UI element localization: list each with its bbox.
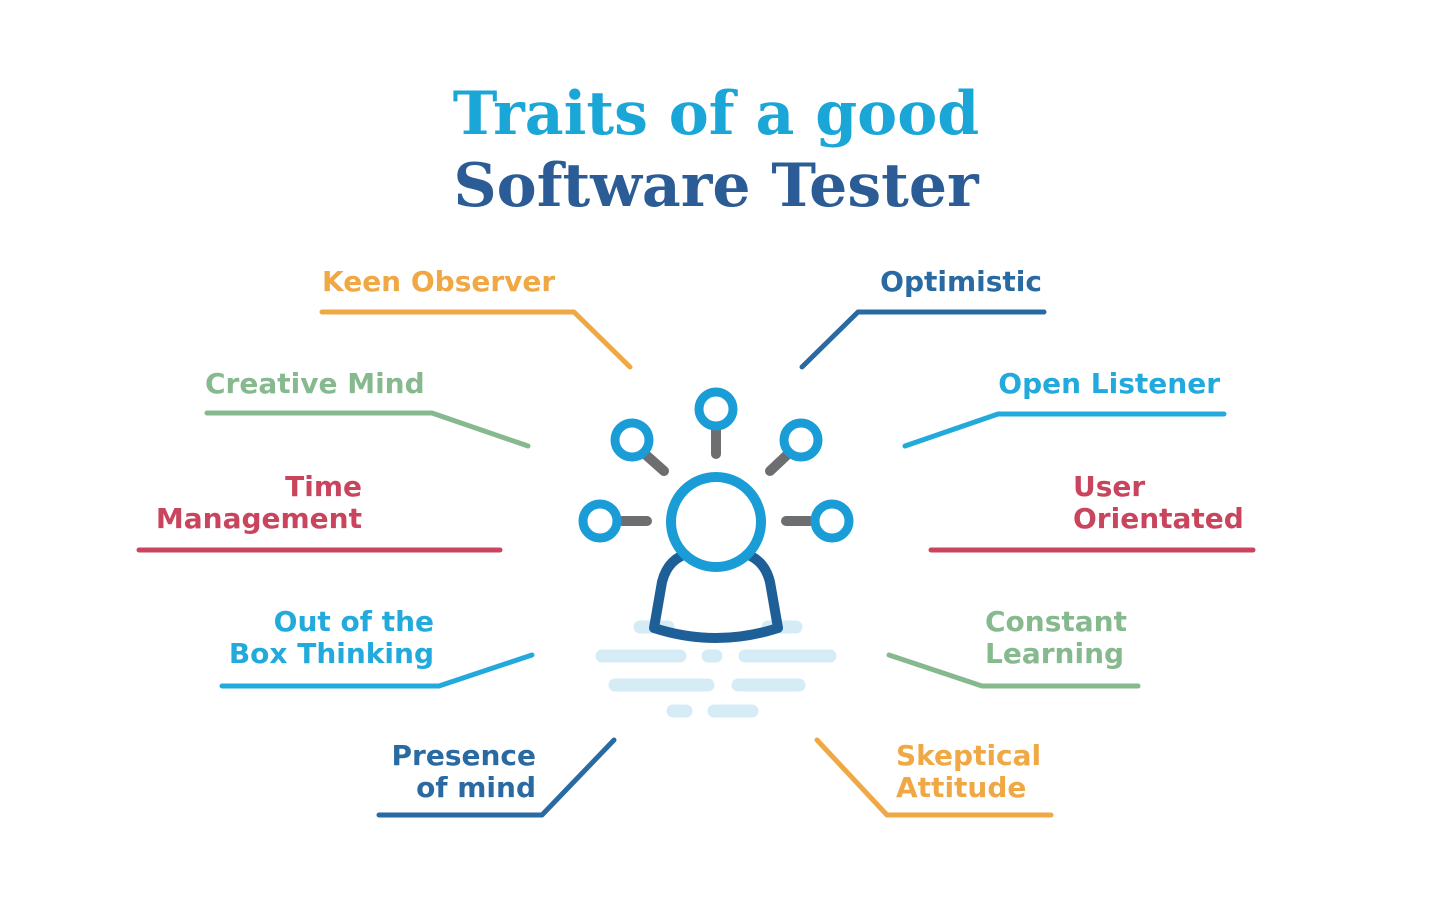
trait-label-line-1: Presence [391,739,537,772]
infographic: Traits of a good Software Tester Keen Ob… [0,0,1432,897]
title-line-2: Software Tester [453,151,979,221]
trait-label-line-2: Orientated [1073,502,1244,535]
trait-label-line-1: Skeptical [896,739,1042,772]
trait-out-of-box-thinking: Out of the Box Thinking [229,606,434,670]
trait-label-line-2: Management [155,502,362,535]
trait-presence-of-mind: Presence of mind [392,740,537,804]
person-network-icon [578,387,854,718]
trait-optimistic: Optimistic [880,266,1042,298]
trait-label-line-2: Learning [985,637,1125,670]
trait-label-line-2: Attitude [896,771,1027,804]
trait-label-line-1: Time [285,470,362,503]
keen-observer-connector [319,309,633,370]
trait-label: Keen Observer [322,265,556,298]
trait-label-line-1: User [1073,470,1146,503]
trait-skeptical-attitude: Skeptical Attitude [896,740,1041,804]
trait-label: Creative Mind [205,367,425,400]
trait-label: Open Listener [998,367,1220,400]
trait-creative-mind: Creative Mind [205,368,425,400]
title-line-1: Traits of a good [452,79,980,149]
trait-open-listener: Open Listener [998,368,1220,400]
trait-label-line-1: Constant [985,605,1127,638]
trait-label-line-2: of mind [416,771,536,804]
trait-keen-observer: Keen Observer [322,266,555,298]
open-listener-connector [902,411,1227,449]
trait-label-line-2: Box Thinking [228,637,434,670]
optimistic-connector [799,309,1047,370]
trait-user-orientated: User Orientated [1073,471,1244,535]
trait-label-line-1: Out of the [273,605,434,638]
trait-time-management: Time Management [156,471,362,535]
person-head [666,472,766,572]
trait-label: Optimistic [880,265,1042,298]
trait-constant-learning: Constant Learning [985,606,1127,670]
creative-mind-connector [204,410,531,449]
